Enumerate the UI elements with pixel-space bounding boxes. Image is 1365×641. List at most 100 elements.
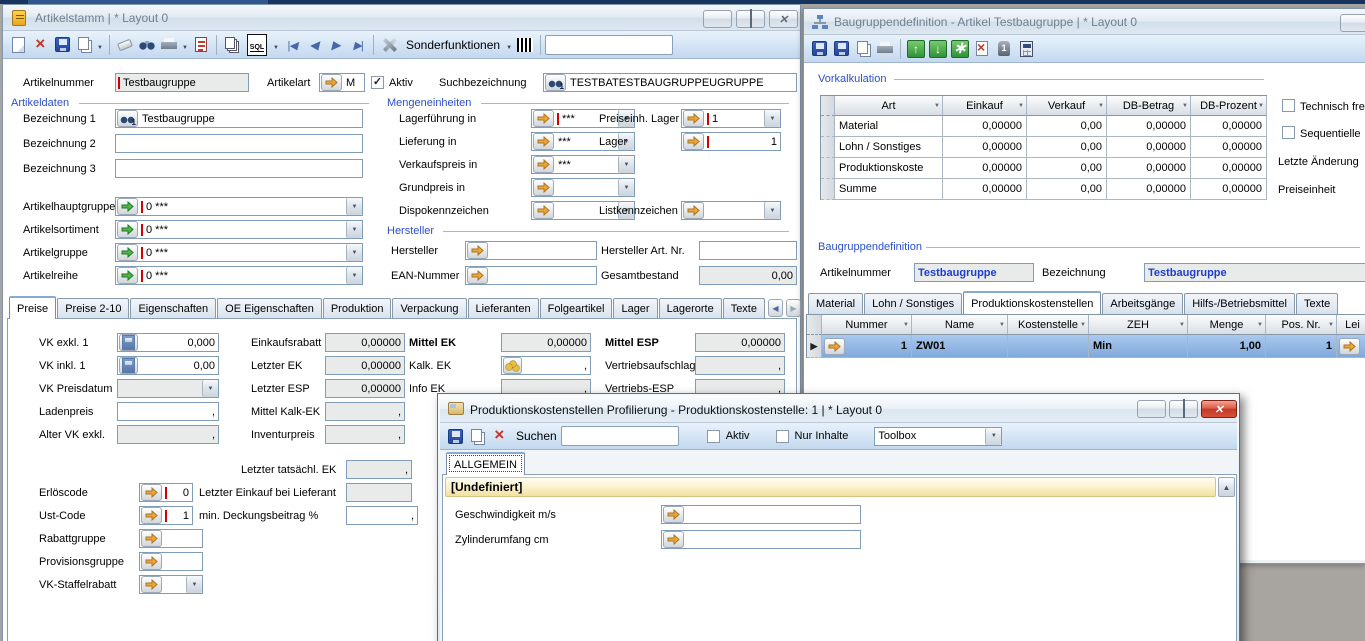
aktiv-checkbox[interactable] — [371, 76, 384, 89]
print-button[interactable] — [874, 38, 896, 60]
dialog-aktiv-checkbox[interactable] — [707, 430, 720, 443]
table-row[interactable]: Produktionskoste 0,00000 0,00 0,00000 0,… — [821, 158, 1267, 179]
col-einkauf[interactable]: Einkauf▼ — [943, 96, 1027, 116]
tab-bg-texte[interactable]: Texte — [1296, 293, 1338, 314]
erloescode-field[interactable]: 0 — [139, 483, 193, 502]
cell-menge[interactable]: 1,00 — [1188, 335, 1266, 358]
cell-nummer[interactable]: 1 — [822, 335, 912, 358]
calc-button[interactable] — [119, 334, 138, 351]
zylinderumfang-field[interactable] — [661, 530, 861, 549]
copy-button[interactable] — [852, 38, 874, 60]
tab-material[interactable]: Material — [808, 293, 863, 314]
lookup-arrow-button[interactable] — [141, 507, 162, 524]
move-up-button[interactable] — [905, 38, 927, 60]
tab-arbeitsgaenge[interactable]: Arbeitsgänge — [1102, 293, 1183, 314]
tab-scroll-right[interactable]: ▶ — [786, 299, 801, 317]
dialog-minimize-button[interactable] — [1137, 400, 1166, 418]
cell-name[interactable]: ZW01 — [912, 335, 1008, 358]
tab-lohn-sonstiges[interactable]: Lohn / Sonstiges — [864, 293, 962, 314]
preiseinh-lager-field[interactable]: 1 — [681, 109, 781, 128]
tab-preise-2-10[interactable]: Preise 2-10 — [57, 298, 129, 319]
lookup-arrow-button[interactable] — [533, 202, 554, 219]
listkennzeichen-field[interactable] — [681, 201, 781, 220]
lookup-arrow-button[interactable] — [467, 267, 488, 284]
calculator-button[interactable] — [1015, 38, 1037, 60]
lookup-arrow-button[interactable] — [321, 74, 342, 91]
nav-prev-button[interactable] — [303, 34, 325, 56]
search-button[interactable] — [136, 34, 158, 56]
lager-field[interactable]: 1 — [681, 132, 781, 151]
minimize-button[interactable] — [703, 10, 732, 28]
copy-button[interactable] — [466, 425, 488, 447]
print-dropdown[interactable] — [180, 34, 190, 56]
tab-hilfs-betriebsmittel[interactable]: Hilfs-/Betriebsmittel — [1184, 293, 1295, 314]
print-preview-button[interactable] — [190, 34, 212, 56]
tab-texte[interactable]: Texte — [723, 298, 765, 319]
col-verkauf[interactable]: Verkauf▼ — [1027, 96, 1107, 116]
weight-button[interactable] — [993, 38, 1015, 60]
calc-button[interactable] — [119, 357, 138, 374]
toolbar-search-input[interactable] — [545, 35, 673, 55]
goto-arrow-button[interactable] — [117, 198, 138, 215]
lookup-arrow-button[interactable] — [141, 484, 162, 501]
vk-staffelrabatt-field[interactable] — [139, 575, 203, 594]
special-functions-button[interactable] — [378, 34, 400, 56]
col-name[interactable]: Name▼ — [912, 315, 1008, 335]
hersteller-field[interactable] — [465, 241, 597, 260]
goto-arrow-button[interactable] — [117, 221, 138, 238]
save-as-button[interactable] — [830, 38, 852, 60]
lookup-arrow-button[interactable] — [533, 110, 554, 127]
suchbezeichnung-field[interactable]: TESTBATESTBAUGRUPPEUGRUPPE — [543, 73, 797, 92]
dropdown-button[interactable] — [618, 179, 634, 196]
artikelnummer-field[interactable]: Testbaugruppe — [115, 73, 249, 92]
dropdown-button[interactable] — [202, 380, 218, 397]
lookup-arrow-button[interactable] — [141, 553, 162, 570]
minimize-button[interactable] — [1340, 14, 1365, 32]
toolbox-select[interactable]: Toolbox — [874, 427, 1002, 446]
sql-button[interactable] — [243, 34, 271, 56]
copies-button[interactable] — [221, 34, 243, 56]
nav-next-button[interactable] — [325, 34, 347, 56]
tab-lagerorte[interactable]: Lagerorte — [659, 298, 722, 319]
rabattgruppe-field[interactable] — [139, 529, 203, 548]
artikelsortiment-field[interactable]: 0 *** — [115, 220, 363, 239]
goto-arrow-button[interactable] — [117, 244, 138, 261]
dropdown-button[interactable] — [618, 156, 634, 173]
dialog-search-input[interactable] — [561, 426, 679, 446]
ust-code-field[interactable]: 1 — [139, 506, 193, 525]
lookup-arrow-button[interactable] — [533, 133, 554, 150]
table-row[interactable]: Lohn / Sonstiges 0,00000 0,00 0,00000 0,… — [821, 137, 1267, 158]
col-nummer[interactable]: Nummer▼ — [822, 315, 912, 335]
tab-produktionskostenstellen[interactable]: Produktionskostenstellen — [963, 291, 1101, 314]
ladenpreis-field[interactable]: , — [117, 402, 219, 421]
save-button[interactable] — [808, 38, 830, 60]
dropdown-button[interactable] — [985, 428, 1001, 445]
dropdown-button[interactable] — [186, 576, 202, 593]
lookup-arrow-button[interactable] — [467, 242, 488, 259]
cell-leistung[interactable] — [1337, 335, 1365, 358]
col-leistung[interactable]: Lei — [1337, 315, 1365, 335]
dropdown-button[interactable] — [346, 244, 362, 261]
tab-eigenschaften[interactable]: Eigenschaften — [130, 298, 216, 319]
delete-document-button[interactable] — [971, 38, 993, 60]
explode-button[interactable] — [949, 38, 971, 60]
bezeichnung3-field[interactable] — [115, 159, 363, 178]
baugruppen-titlebar[interactable]: Baugruppendefinition - Artikel Testbaugr… — [804, 9, 1365, 35]
vk-preisdatum-field[interactable] — [117, 379, 219, 398]
lookup-arrow-button[interactable] — [663, 531, 684, 548]
dialog-close-button[interactable] — [1201, 400, 1237, 418]
artikelreihe-field[interactable]: 0 *** — [115, 266, 363, 285]
dropdown-button[interactable] — [346, 198, 362, 215]
lookup-arrow-button[interactable] — [141, 576, 162, 593]
save-button[interactable] — [444, 425, 466, 447]
table-row[interactable]: Material 0,00000 0,00 0,00000 0,00000 — [821, 116, 1267, 137]
dialog-titlebar[interactable]: Produktionskostenstellen Profilierung - … — [440, 396, 1237, 423]
col-db-betrag[interactable]: DB-Betrag▼ — [1107, 96, 1191, 116]
tab-produktion[interactable]: Produktion — [323, 298, 392, 319]
maximize-button[interactable] — [736, 10, 765, 28]
clear-button[interactable] — [114, 34, 136, 56]
cell-kostenstelle[interactable] — [1008, 335, 1089, 358]
sql-dropdown[interactable] — [271, 34, 281, 56]
scroll-up-button[interactable]: ▲ — [1218, 477, 1235, 497]
nav-last-button[interactable] — [347, 34, 369, 56]
